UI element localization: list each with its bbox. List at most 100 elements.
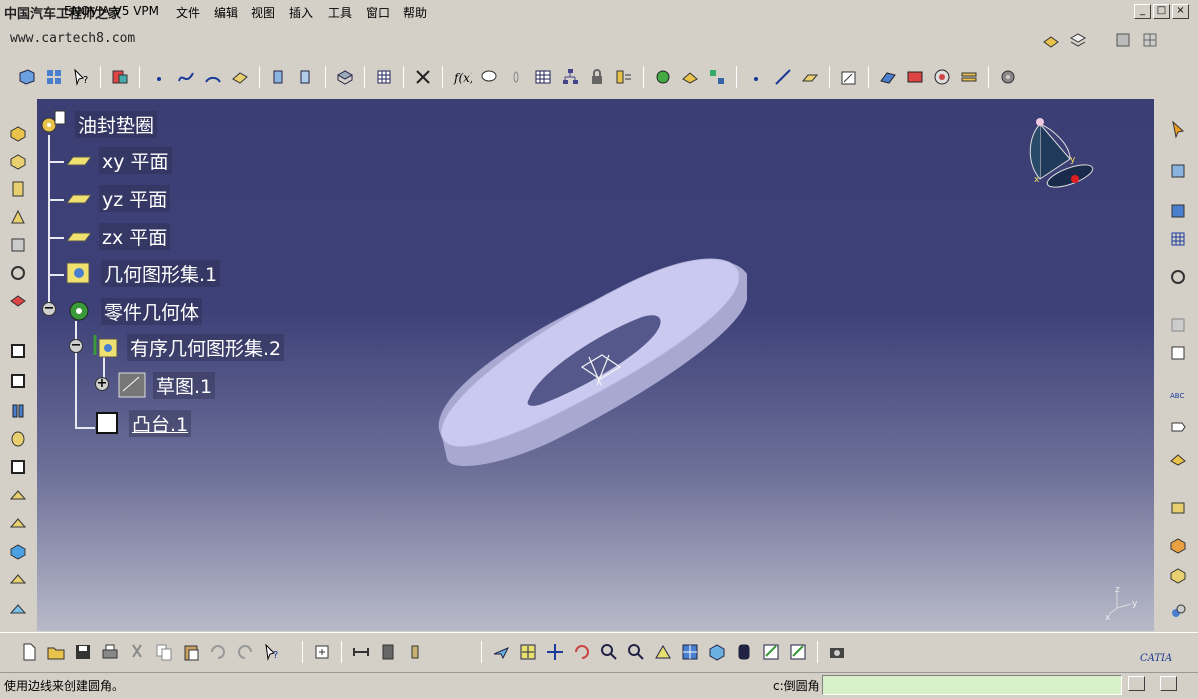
shaft-tool-icon[interactable] xyxy=(6,177,30,201)
knowledge-icon[interactable] xyxy=(679,66,701,88)
boolean-icon[interactable] xyxy=(1166,495,1190,519)
sketch-tool-icon[interactable] xyxy=(1166,159,1190,183)
open-icon[interactable] xyxy=(45,641,67,663)
thickness-tool-icon[interactable] xyxy=(6,455,30,479)
collapse-ordered-icon[interactable]: − xyxy=(69,339,83,353)
chamfer-tool-icon[interactable] xyxy=(6,369,30,393)
expand-sketch-icon[interactable]: + xyxy=(95,377,109,391)
add-body-icon[interactable] xyxy=(1166,563,1190,587)
apply-material-icon[interactable] xyxy=(1166,445,1190,469)
point-2-icon[interactable] xyxy=(745,66,767,88)
multi-view-icon[interactable] xyxy=(679,641,701,663)
whats-this-icon[interactable]: ? xyxy=(70,66,92,88)
menu-window[interactable]: 窗口 xyxy=(366,4,390,21)
paste-icon[interactable] xyxy=(180,641,202,663)
spline-icon[interactable] xyxy=(175,66,197,88)
fillet-tool-icon[interactable] xyxy=(6,339,30,363)
line-icon[interactable] xyxy=(772,66,794,88)
comment-icon[interactable] xyxy=(478,66,500,88)
swap-space-icon[interactable] xyxy=(787,641,809,663)
restore-button[interactable]: □ xyxy=(1153,4,1170,19)
iso-view-icon[interactable] xyxy=(706,641,728,663)
redo-icon[interactable] xyxy=(234,641,256,663)
measure-icon[interactable] xyxy=(1112,29,1134,51)
close-button[interactable]: × xyxy=(1172,4,1189,19)
measure-between-icon[interactable] xyxy=(350,641,372,663)
tree-node-xy-plane[interactable]: xy 平面 xyxy=(65,147,172,174)
save-icon[interactable] xyxy=(72,641,94,663)
tree-node-geoset1[interactable]: 几何图形集.1 xyxy=(65,259,221,287)
text-annotation-icon[interactable]: ABC xyxy=(1166,385,1190,409)
flag-note-icon[interactable] xyxy=(1166,415,1190,439)
zoom-out-icon[interactable] xyxy=(625,641,647,663)
measure-inertia-icon[interactable] xyxy=(404,641,426,663)
link-icon[interactable] xyxy=(505,66,527,88)
construction-icon[interactable] xyxy=(1166,313,1190,337)
hierarchy-icon[interactable] xyxy=(559,66,581,88)
3d-view-icon[interactable] xyxy=(16,66,38,88)
pocket-tool-icon[interactable] xyxy=(6,149,30,173)
print-icon[interactable] xyxy=(99,641,121,663)
shell-tool-icon[interactable] xyxy=(6,427,30,451)
command-input[interactable] xyxy=(822,675,1122,695)
tree-node-root[interactable]: 油封垫圈 xyxy=(39,109,158,139)
compass-icon[interactable]: x y xyxy=(1022,114,1102,204)
rotate-icon[interactable] xyxy=(571,641,593,663)
menu-help[interactable]: 帮助 xyxy=(403,4,427,21)
status-button-2[interactable] xyxy=(1160,676,1177,691)
arc-icon[interactable] xyxy=(202,66,224,88)
revolve-icon[interactable] xyxy=(904,66,926,88)
sphere-icon[interactable] xyxy=(931,66,953,88)
help-icon[interactable]: ? xyxy=(261,641,283,663)
grid-icon[interactable] xyxy=(1166,227,1190,251)
layers-icon[interactable] xyxy=(1067,29,1089,51)
thread-tool-icon[interactable] xyxy=(6,483,30,507)
multi-view-icon[interactable] xyxy=(43,66,65,88)
update-icon[interactable] xyxy=(311,641,333,663)
mirror-tool-icon[interactable] xyxy=(6,567,30,591)
catalog-icon[interactable] xyxy=(109,66,131,88)
tree-node-ordered-geoset[interactable]: 有序几何图形集.2 xyxy=(91,333,285,361)
shading-icon[interactable] xyxy=(733,641,755,663)
surface-icon[interactable] xyxy=(229,66,251,88)
hide-show-icon[interactable] xyxy=(760,641,782,663)
remove-body-icon[interactable] xyxy=(1166,599,1190,623)
rib-tool-icon[interactable] xyxy=(6,261,30,285)
tree-node-partbody[interactable]: 零件几何体 xyxy=(65,297,203,325)
pad-tool-icon[interactable] xyxy=(6,121,30,145)
parameter-icon[interactable] xyxy=(613,66,635,88)
measure-item-icon[interactable] xyxy=(377,641,399,663)
constraint-icon[interactable] xyxy=(412,66,434,88)
sweep-icon[interactable] xyxy=(268,66,290,88)
menu-view[interactable]: 视图 xyxy=(251,4,275,21)
pattern-tool-icon[interactable] xyxy=(6,597,30,621)
menu-tools[interactable]: 工具 xyxy=(328,4,352,21)
tree-node-zx-plane[interactable]: zx 平面 xyxy=(65,223,171,250)
offset-icon[interactable] xyxy=(958,66,980,88)
status-button-1[interactable] xyxy=(1128,676,1145,691)
grid-snap-icon[interactable] xyxy=(1139,29,1161,51)
loft-icon[interactable] xyxy=(295,66,317,88)
3d-viewport[interactable]: x y z y x 油封垫圈 xy 平面 yz 平面 zx 平面 几何图形集.1… xyxy=(37,99,1154,631)
cut-icon[interactable] xyxy=(126,641,148,663)
snap-icon[interactable] xyxy=(1166,265,1190,289)
settings-gear-icon[interactable] xyxy=(997,66,1019,88)
tree-node-sketch[interactable]: 草图.1 xyxy=(117,371,216,399)
fit-all-icon[interactable] xyxy=(517,641,539,663)
rule-icon[interactable] xyxy=(706,66,728,88)
menu-env[interactable]: ENOVIA V5 VPM xyxy=(64,4,159,18)
fly-mode-icon[interactable] xyxy=(490,641,512,663)
menu-insert[interactable]: 插入 xyxy=(289,4,313,21)
menu-edit[interactable]: 编辑 xyxy=(214,4,238,21)
pan-icon[interactable] xyxy=(544,641,566,663)
lock-icon[interactable] xyxy=(586,66,608,88)
assemble-icon[interactable] xyxy=(1166,533,1190,557)
normal-view-icon[interactable] xyxy=(652,641,674,663)
groove-tool-icon[interactable] xyxy=(6,205,30,229)
formula-icon[interactable]: f(x) xyxy=(451,66,473,88)
hole-tool-icon[interactable] xyxy=(6,233,30,257)
table-icon[interactable] xyxy=(373,66,395,88)
menu-file[interactable]: 文件 xyxy=(176,4,200,21)
cut-part-icon[interactable] xyxy=(1166,341,1190,365)
slot-tool-icon[interactable] xyxy=(6,289,30,313)
